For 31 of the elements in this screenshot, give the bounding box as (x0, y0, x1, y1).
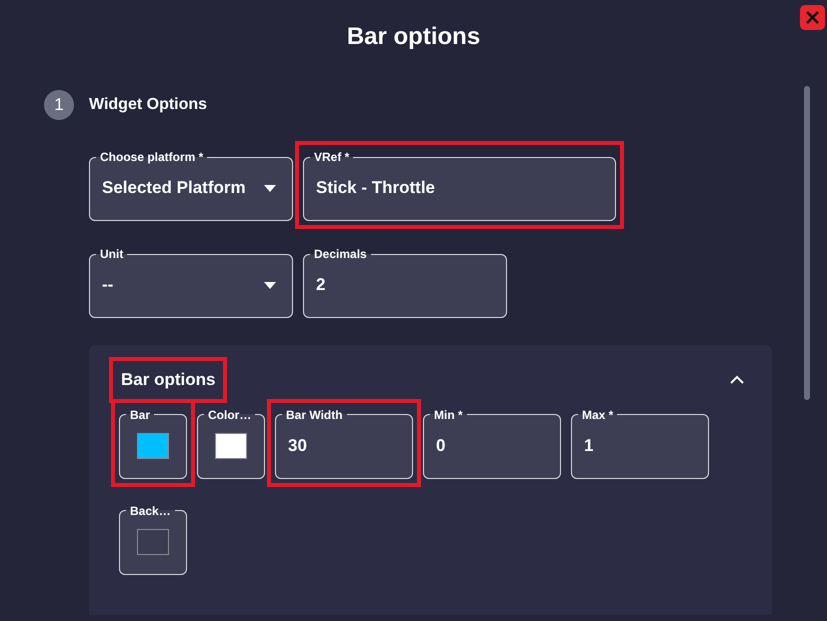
input-value: 2 (316, 274, 326, 296)
select-value: Selected Platform (102, 177, 246, 200)
step-number: 1 (44, 90, 74, 120)
field-label: VRef * (313, 149, 350, 165)
input-value: 30 (288, 434, 307, 457)
field-label: Decimals (313, 246, 368, 262)
dropdown-caret-icon (264, 184, 276, 192)
scrollbar-thumb[interactable] (804, 86, 810, 400)
field-label: Unit (99, 246, 124, 262)
input-value: 0 (436, 434, 446, 457)
section-title: Bar options (120, 369, 216, 391)
input-field[interactable]: VRef * Stick - Throttle (303, 149, 616, 221)
chevron-up-icon (730, 375, 744, 384)
close-button[interactable] (800, 5, 825, 30)
field-label: Max * (581, 406, 614, 422)
dropdown-caret-icon (264, 282, 276, 288)
field-label: Choose platform * (99, 149, 204, 165)
field-label: Min * (433, 406, 464, 422)
select-field[interactable]: Choose platform * Selected Platform (89, 149, 293, 221)
select-value: -- (102, 274, 114, 296)
field-label: Bar (129, 406, 152, 422)
step-title: Widget Options (89, 95, 208, 115)
input-value: 1 (584, 434, 594, 457)
input-value: Stick - Throttle (316, 177, 436, 200)
dialog-title: Bar options (346, 22, 480, 52)
select-field[interactable]: Unit -- (89, 246, 293, 318)
input-field[interactable]: Decimals 2 (303, 246, 507, 318)
field-label: Bar Width (285, 406, 344, 422)
field-label: Color… (207, 406, 252, 422)
close-icon (806, 11, 819, 24)
field-label: Back… (129, 502, 172, 518)
